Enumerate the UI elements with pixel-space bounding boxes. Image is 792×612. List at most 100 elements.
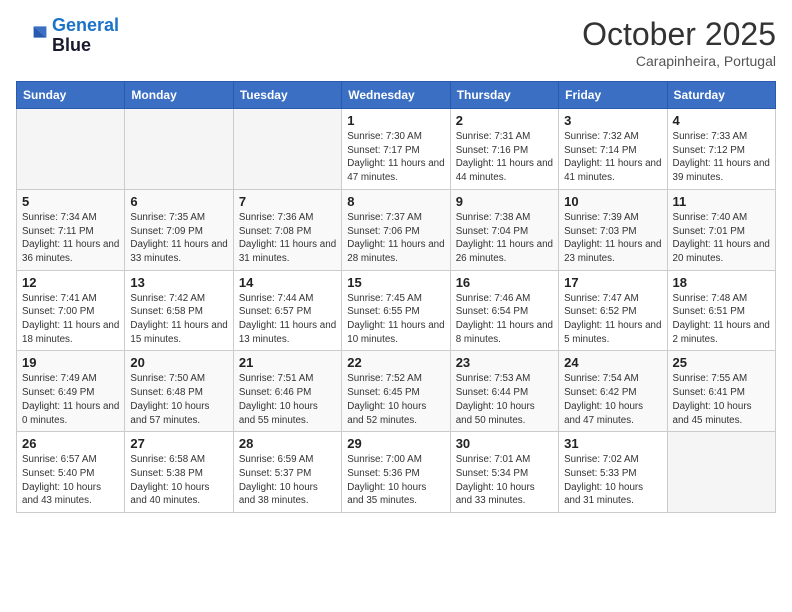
calendar-cell: 6Sunrise: 7:35 AM Sunset: 7:09 PM Daylig… bbox=[125, 189, 233, 270]
day-info: Sunrise: 7:54 AM Sunset: 6:42 PM Dayligh… bbox=[564, 372, 661, 427]
week-row-3: 12 Sunrise: 7:41 AM Sunset: 7:00 PM Dayli… bbox=[17, 270, 776, 351]
calendar-cell: 8 Sunrise: 7:37 AM Sunset: 7:06 PM Daylig… bbox=[342, 189, 450, 270]
day-info: Sunrise: 6:57 AM Sunset: 5:40 PM Dayligh… bbox=[22, 453, 119, 508]
day-info: Sunrise: 7:31 AM Sunset: 7:16 PM Dayligh… bbox=[456, 130, 553, 185]
calendar-cell: 22 Sunrise: 7:52 AM Sunset: 6:45 PM Dayli… bbox=[342, 351, 450, 432]
weekday-thursday: Thursday bbox=[450, 82, 558, 109]
day-number: 16 bbox=[456, 275, 553, 290]
day-info: Sunrise: 6:59 AM Sunset: 5:37 PM Dayligh… bbox=[239, 453, 336, 508]
day-number: 30 bbox=[456, 436, 553, 451]
day-number: 19 bbox=[22, 355, 119, 370]
day-info: Sunrise: 7:45 AM Sunset: 6:55 PM Dayligh… bbox=[347, 292, 444, 347]
day-info: Sunrise: 7:46 AM Sunset: 6:54 PM Dayligh… bbox=[456, 292, 553, 347]
day-info: Sunrise: 7:50 AM Sunset: 6:48 PM Dayligh… bbox=[130, 372, 227, 427]
weekday-saturday: Saturday bbox=[667, 82, 775, 109]
calendar-cell: 26 Sunrise: 6:57 AM Sunset: 5:40 PM Dayli… bbox=[17, 432, 125, 513]
calendar-cell: 24 Sunrise: 7:54 AM Sunset: 6:42 PM Dayli… bbox=[559, 351, 667, 432]
calendar-cell: 5 Sunrise: 7:34 AM Sunset: 7:11 PM Daylig… bbox=[17, 189, 125, 270]
day-info: Sunrise: 7:33 AM Sunset: 7:12 PM Dayligh… bbox=[673, 130, 770, 185]
calendar-cell: 1Sunrise: 7:30 AM Sunset: 7:17 PM Daylig… bbox=[342, 109, 450, 190]
day-number: 29 bbox=[347, 436, 444, 451]
day-info: Sunrise: 7:38 AM Sunset: 7:04 PM Dayligh… bbox=[456, 211, 553, 266]
calendar-cell: 7 Sunrise: 7:36 AM Sunset: 7:08 PM Daylig… bbox=[233, 189, 341, 270]
day-info: Sunrise: 7:48 AM Sunset: 6:51 PM Dayligh… bbox=[673, 292, 770, 347]
calendar-cell: 27Sunrise: 6:58 AM Sunset: 5:38 PM Dayli… bbox=[125, 432, 233, 513]
day-info: Sunrise: 7:37 AM Sunset: 7:06 PM Dayligh… bbox=[347, 211, 444, 266]
week-row-4: 19 Sunrise: 7:49 AM Sunset: 6:49 PM Dayli… bbox=[17, 351, 776, 432]
day-info: Sunrise: 7:47 AM Sunset: 6:52 PM Dayligh… bbox=[564, 292, 661, 347]
day-info: Sunrise: 7:53 AM Sunset: 6:44 PM Dayligh… bbox=[456, 372, 553, 427]
week-row-5: 26 Sunrise: 6:57 AM Sunset: 5:40 PM Dayli… bbox=[17, 432, 776, 513]
calendar-cell: 31 Sunrise: 7:02 AM Sunset: 5:33 PM Dayli… bbox=[559, 432, 667, 513]
day-info: Sunrise: 7:35 AM Sunset: 7:09 PM Dayligh… bbox=[130, 211, 227, 266]
day-info: Sunrise: 7:51 AM Sunset: 6:46 PM Dayligh… bbox=[239, 372, 336, 427]
calendar-cell: 15 Sunrise: 7:45 AM Sunset: 6:55 PM Dayli… bbox=[342, 270, 450, 351]
day-info: Sunrise: 7:40 AM Sunset: 7:01 PM Dayligh… bbox=[673, 211, 770, 266]
day-number: 13 bbox=[130, 275, 227, 290]
calendar-cell: 28 Sunrise: 6:59 AM Sunset: 5:37 PM Dayli… bbox=[233, 432, 341, 513]
day-number: 22 bbox=[347, 355, 444, 370]
calendar-cell bbox=[17, 109, 125, 190]
day-info: Sunrise: 7:42 AM Sunset: 6:58 PM Dayligh… bbox=[130, 292, 227, 347]
calendar-cell: 16 Sunrise: 7:46 AM Sunset: 6:54 PM Dayli… bbox=[450, 270, 558, 351]
day-info: Sunrise: 7:41 AM Sunset: 7:00 PM Dayligh… bbox=[22, 292, 119, 347]
calendar-cell: 9Sunrise: 7:38 AM Sunset: 7:04 PM Daylig… bbox=[450, 189, 558, 270]
day-number: 18 bbox=[673, 275, 770, 290]
weekday-wednesday: Wednesday bbox=[342, 82, 450, 109]
calendar-cell: 17 Sunrise: 7:47 AM Sunset: 6:52 PM Dayli… bbox=[559, 270, 667, 351]
title-block: October 2025 Carapinheira, Portugal bbox=[582, 16, 776, 69]
week-row-1: 1Sunrise: 7:30 AM Sunset: 7:17 PM Daylig… bbox=[17, 109, 776, 190]
day-info: Sunrise: 7:55 AM Sunset: 6:41 PM Dayligh… bbox=[673, 372, 770, 427]
day-number: 7 bbox=[239, 194, 336, 209]
day-number: 3 bbox=[564, 113, 661, 128]
weekday-monday: Monday bbox=[125, 82, 233, 109]
day-info: Sunrise: 7:02 AM Sunset: 5:33 PM Dayligh… bbox=[564, 453, 661, 508]
calendar-cell: 3Sunrise: 7:32 AM Sunset: 7:14 PM Daylig… bbox=[559, 109, 667, 190]
day-number: 28 bbox=[239, 436, 336, 451]
day-info: Sunrise: 7:49 AM Sunset: 6:49 PM Dayligh… bbox=[22, 372, 119, 427]
calendar-cell: 11Sunrise: 7:40 AM Sunset: 7:01 PM Dayli… bbox=[667, 189, 775, 270]
weekday-tuesday: Tuesday bbox=[233, 82, 341, 109]
day-info: Sunrise: 7:44 AM Sunset: 6:57 PM Dayligh… bbox=[239, 292, 336, 347]
month-title: October 2025 bbox=[582, 16, 776, 53]
calendar-cell: 10 Sunrise: 7:39 AM Sunset: 7:03 PM Dayli… bbox=[559, 189, 667, 270]
logo: General Blue bbox=[16, 16, 119, 56]
week-row-2: 5 Sunrise: 7:34 AM Sunset: 7:11 PM Daylig… bbox=[17, 189, 776, 270]
calendar-cell bbox=[667, 432, 775, 513]
location-subtitle: Carapinheira, Portugal bbox=[582, 53, 776, 69]
day-number: 1 bbox=[347, 113, 444, 128]
day-number: 12 bbox=[22, 275, 119, 290]
day-info: Sunrise: 7:34 AM Sunset: 7:11 PM Dayligh… bbox=[22, 211, 119, 266]
day-number: 26 bbox=[22, 436, 119, 451]
calendar-cell: 13 Sunrise: 7:42 AM Sunset: 6:58 PM Dayli… bbox=[125, 270, 233, 351]
day-number: 20 bbox=[130, 355, 227, 370]
logo-text: General Blue bbox=[52, 16, 119, 56]
calendar-cell: 2 Sunrise: 7:31 AM Sunset: 7:16 PM Daylig… bbox=[450, 109, 558, 190]
calendar-cell: 19 Sunrise: 7:49 AM Sunset: 6:49 PM Dayli… bbox=[17, 351, 125, 432]
day-number: 23 bbox=[456, 355, 553, 370]
calendar-cell: 25 Sunrise: 7:55 AM Sunset: 6:41 PM Dayli… bbox=[667, 351, 775, 432]
day-info: Sunrise: 7:01 AM Sunset: 5:34 PM Dayligh… bbox=[456, 453, 553, 508]
calendar-cell: 20 Sunrise: 7:50 AM Sunset: 6:48 PM Dayli… bbox=[125, 351, 233, 432]
day-number: 15 bbox=[347, 275, 444, 290]
day-number: 10 bbox=[564, 194, 661, 209]
day-info: Sunrise: 7:00 AM Sunset: 5:36 PM Dayligh… bbox=[347, 453, 444, 508]
day-number: 24 bbox=[564, 355, 661, 370]
day-info: Sunrise: 7:36 AM Sunset: 7:08 PM Dayligh… bbox=[239, 211, 336, 266]
day-number: 4 bbox=[673, 113, 770, 128]
day-number: 2 bbox=[456, 113, 553, 128]
calendar-table: SundayMondayTuesdayWednesdayThursdayFrid… bbox=[16, 81, 776, 513]
day-number: 31 bbox=[564, 436, 661, 451]
calendar-cell: 4 Sunrise: 7:33 AM Sunset: 7:12 PM Daylig… bbox=[667, 109, 775, 190]
calendar-cell: 30 Sunrise: 7:01 AM Sunset: 5:34 PM Dayli… bbox=[450, 432, 558, 513]
day-number: 25 bbox=[673, 355, 770, 370]
calendar-cell: 29 Sunrise: 7:00 AM Sunset: 5:36 PM Dayli… bbox=[342, 432, 450, 513]
day-number: 17 bbox=[564, 275, 661, 290]
day-number: 5 bbox=[22, 194, 119, 209]
day-info: Sunrise: 7:39 AM Sunset: 7:03 PM Dayligh… bbox=[564, 211, 661, 266]
day-info: Sunrise: 7:52 AM Sunset: 6:45 PM Dayligh… bbox=[347, 372, 444, 427]
weekday-friday: Friday bbox=[559, 82, 667, 109]
calendar-cell: 23 Sunrise: 7:53 AM Sunset: 6:44 PM Dayli… bbox=[450, 351, 558, 432]
logo-icon bbox=[16, 20, 48, 52]
day-number: 8 bbox=[347, 194, 444, 209]
